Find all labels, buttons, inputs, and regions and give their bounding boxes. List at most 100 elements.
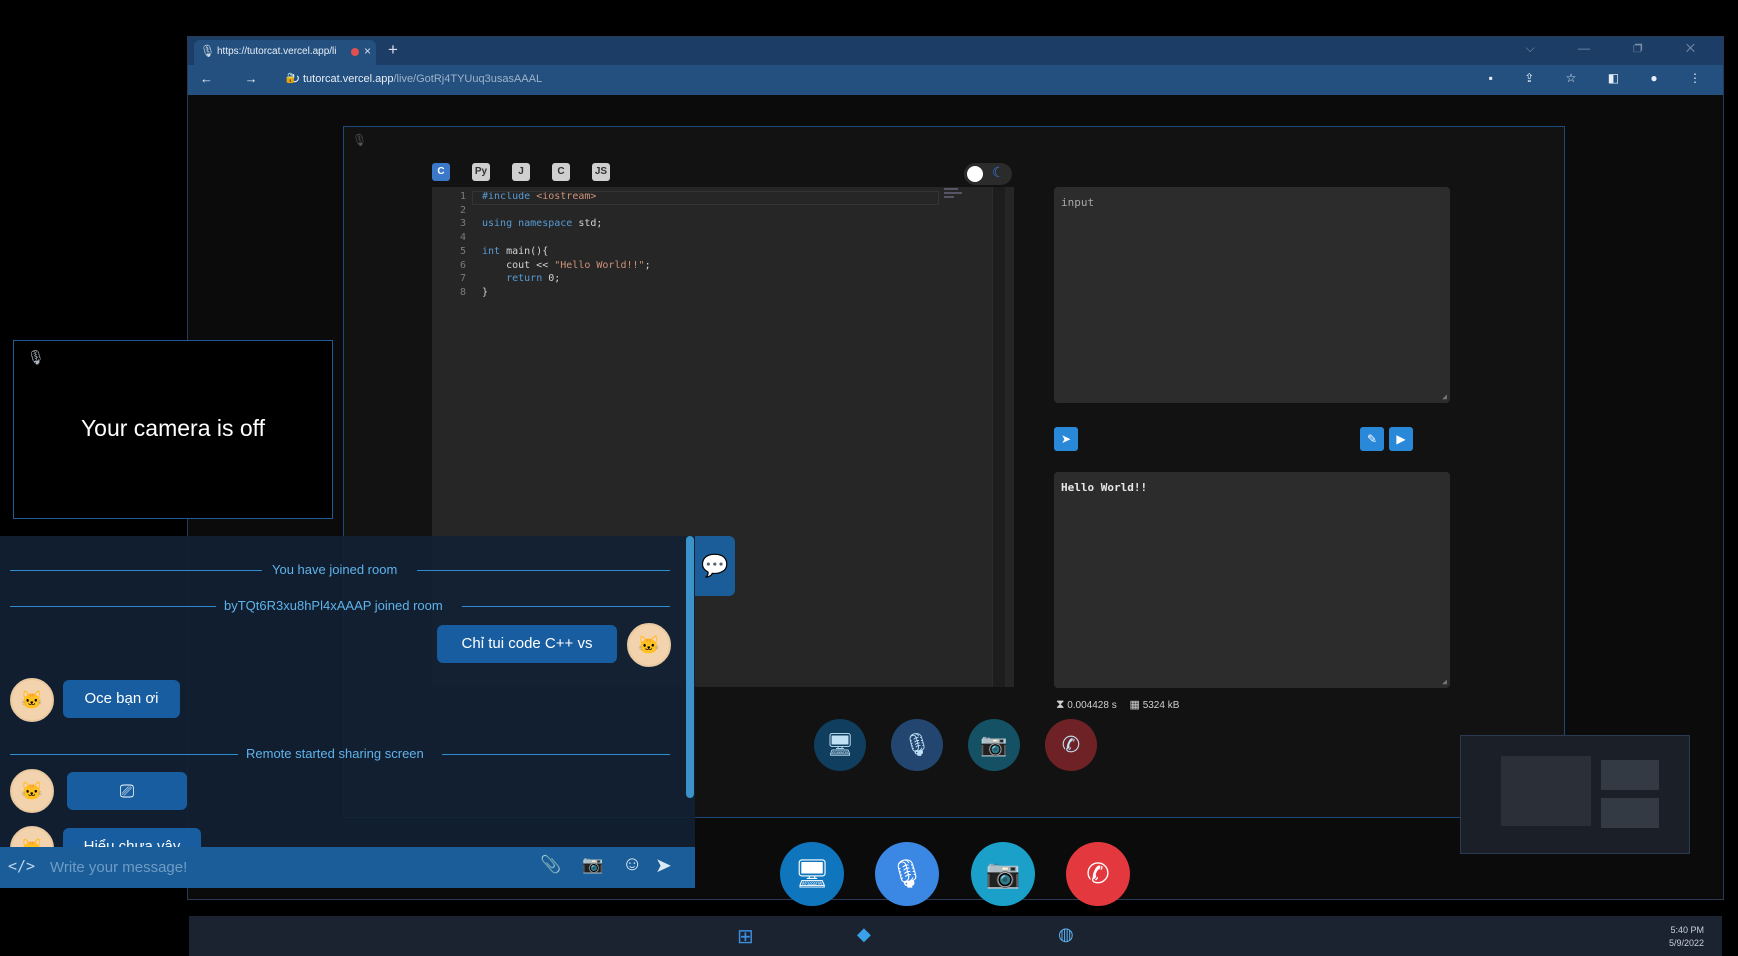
code-line: int main(){ — [482, 245, 549, 257]
window-controls[interactable]: ⌵ — ❐ ✕ — [1526, 41, 1715, 56]
avatar: 🐱 — [627, 623, 671, 667]
address-bar: ← → ↻ 🔒 tutorcat.vercel.app/live/GotRj4T… — [188, 65, 1723, 95]
url-path: /live/GotRj4TYUuq3usasAAAL — [393, 73, 543, 85]
tab-bar: 🎙 https://tutorcat.vercel.app/li × + ⌵ —… — [188, 37, 1723, 65]
chat-bubble-remote: Oce bạn ơi — [63, 680, 180, 718]
avatar: 🐱 — [10, 678, 54, 722]
remote-screen-thumbnail[interactable] — [1460, 735, 1690, 854]
line-number: 2 — [459, 204, 466, 216]
chat-scrollbar[interactable] — [686, 536, 694, 798]
tab-title: https://tutorcat.vercel.app/li — [217, 46, 337, 57]
code-snippet-icon[interactable]: </> — [8, 857, 35, 875]
windows-taskbar: ⊞ ◆ ◍ 5:40 PM 5/9/2022 — [189, 916, 1722, 956]
line-number: 8 — [459, 286, 466, 298]
play-icon: ▶ — [1396, 432, 1406, 446]
toggle-knob — [967, 166, 983, 182]
output-text: Hello World!! — [1061, 481, 1148, 494]
mic-toggle-button[interactable]: 🎙 — [875, 842, 939, 906]
resize-handle-icon[interactable]: ◢ — [1442, 677, 1447, 686]
send-icon[interactable]: ➤ — [655, 853, 672, 878]
javascript-icon[interactable]: JS — [592, 163, 610, 181]
end-call-button[interactable]: ✆ — [1066, 842, 1130, 906]
input-placeholder: input — [1061, 196, 1095, 209]
current-line-highlight — [472, 191, 939, 205]
editor-scrollbar[interactable] — [992, 187, 1005, 687]
memory-icon: ▦ — [1129, 699, 1140, 711]
attach-icon[interactable]: 📎 — [540, 855, 561, 875]
mic-icon: 🎙 — [27, 349, 45, 365]
line-number: 1 — [459, 191, 466, 202]
cpp-icon[interactable]: C — [432, 163, 450, 181]
chat-bubble-mine: Chỉ tui code C++ vs — [437, 625, 617, 663]
minimap — [944, 187, 972, 198]
cat-avatar-icon: 🐱 — [20, 690, 44, 710]
chat-toggle-button[interactable]: 💬 — [695, 536, 735, 596]
camera-icon[interactable]: 📷 — [582, 855, 603, 875]
line-number: 6 — [459, 259, 466, 271]
java-icon[interactable]: J — [512, 163, 530, 181]
run-stats: ⧗ 0.004428 s ▦ 5324 kB — [1056, 697, 1179, 712]
cat-avatar-icon: 🐱 — [20, 781, 44, 801]
line-number: 3 — [459, 218, 466, 230]
faded-share-screen-button: 🖥 — [814, 719, 866, 771]
close-tab-icon[interactable]: × — [364, 44, 371, 58]
submit-button[interactable]: ➤ — [1054, 427, 1078, 451]
stdin-input[interactable]: input ◢ — [1054, 187, 1450, 403]
run-button[interactable]: ▶ — [1389, 427, 1413, 451]
brush-icon: ✎ — [1366, 432, 1378, 446]
monitor-icon: 🖥 — [794, 858, 830, 889]
faded-camera-button: 📷 — [968, 719, 1020, 771]
code-line: } — [482, 286, 489, 298]
avatar: 🐱 — [10, 769, 54, 813]
recording-indicator-icon — [351, 48, 359, 56]
system-message: byTQt6R3xu8hPl4xAAAP joined room — [10, 598, 670, 614]
run-time: 0.004428 s — [1067, 700, 1117, 711]
python-icon[interactable]: Py — [472, 163, 490, 181]
system-message-text: Remote started sharing screen — [246, 746, 424, 761]
vscode-icon[interactable]: ◆ — [857, 924, 871, 945]
screen-share-icon: ⎚ — [119, 781, 135, 801]
hang-up-icon: ✆ — [1086, 858, 1110, 889]
local-camera-tile: 🎙 Your camera is off — [13, 340, 333, 519]
windows-start-icon[interactable]: ⊞ — [737, 924, 754, 949]
chat-panel: You have joined room byTQt6R3xu8hPl4xAAA… — [0, 536, 695, 888]
clock-time: 5:40 PM — [1670, 925, 1704, 935]
app-icon[interactable]: ◍ — [1058, 924, 1074, 945]
lock-icon: 🔒 — [284, 73, 297, 84]
view-shared-screen-button[interactable]: ⎚ — [67, 772, 187, 810]
hourglass-icon: ⧗ — [1056, 697, 1065, 711]
clock-date: 5/9/2022 — [1668, 938, 1704, 948]
mic-icon: 🎙 — [200, 44, 216, 58]
browser-toolbar-icons[interactable]: ▪ ⇪ ☆ ◧ ● ⋮ — [1489, 71, 1715, 85]
run-memory: 5324 kB — [1142, 700, 1180, 711]
faded-end-call-button: ✆ — [1045, 719, 1097, 771]
code-line: return 0; — [506, 273, 561, 285]
chat-bubbles-icon: 💬 — [701, 553, 729, 578]
system-message: Remote started sharing screen — [10, 746, 670, 762]
system-message-text: You have joined room — [272, 562, 398, 577]
emoji-icon[interactable]: ☺ — [622, 853, 642, 876]
share-screen-button[interactable]: 🖥 — [780, 842, 844, 906]
message-input[interactable]: Write your message! — [50, 859, 187, 876]
url-field[interactable]: tutorcat.vercel.app/live/GotRj4TYUuq3usa… — [303, 73, 542, 85]
taskbar-clock: 5:40 PM 5/9/2022 — [1669, 924, 1704, 950]
resize-handle-icon[interactable]: ◢ — [1442, 392, 1447, 401]
navigation-buttons[interactable]: ← → ↻ — [200, 71, 314, 87]
code-line: using namespace std; — [482, 218, 603, 230]
theme-toggle[interactable]: ☾ — [964, 163, 1012, 185]
mic-icon: 🎙 — [889, 858, 925, 889]
line-number: 5 — [459, 245, 466, 257]
code-line: cout << "Hello World!!"; — [482, 259, 651, 271]
system-message-text: byTQt6R3xu8hPl4xAAAP joined room — [224, 598, 443, 613]
system-message: You have joined room — [10, 562, 670, 578]
camera-toggle-button[interactable]: 📷 — [971, 842, 1035, 906]
browser-tab[interactable]: 🎙 https://tutorcat.vercel.app/li × — [194, 40, 376, 65]
clear-button[interactable]: ✎ — [1360, 427, 1384, 451]
c-icon[interactable]: C — [552, 163, 570, 181]
moon-icon: ☾ — [992, 164, 1005, 180]
line-number: 4 — [459, 232, 466, 244]
stdout-output[interactable]: Hello World!! ◢ — [1054, 472, 1450, 688]
new-tab-button[interactable]: + — [388, 40, 398, 60]
mic-icon: 🎙 — [352, 133, 368, 147]
send-icon: ➤ — [1060, 432, 1072, 446]
